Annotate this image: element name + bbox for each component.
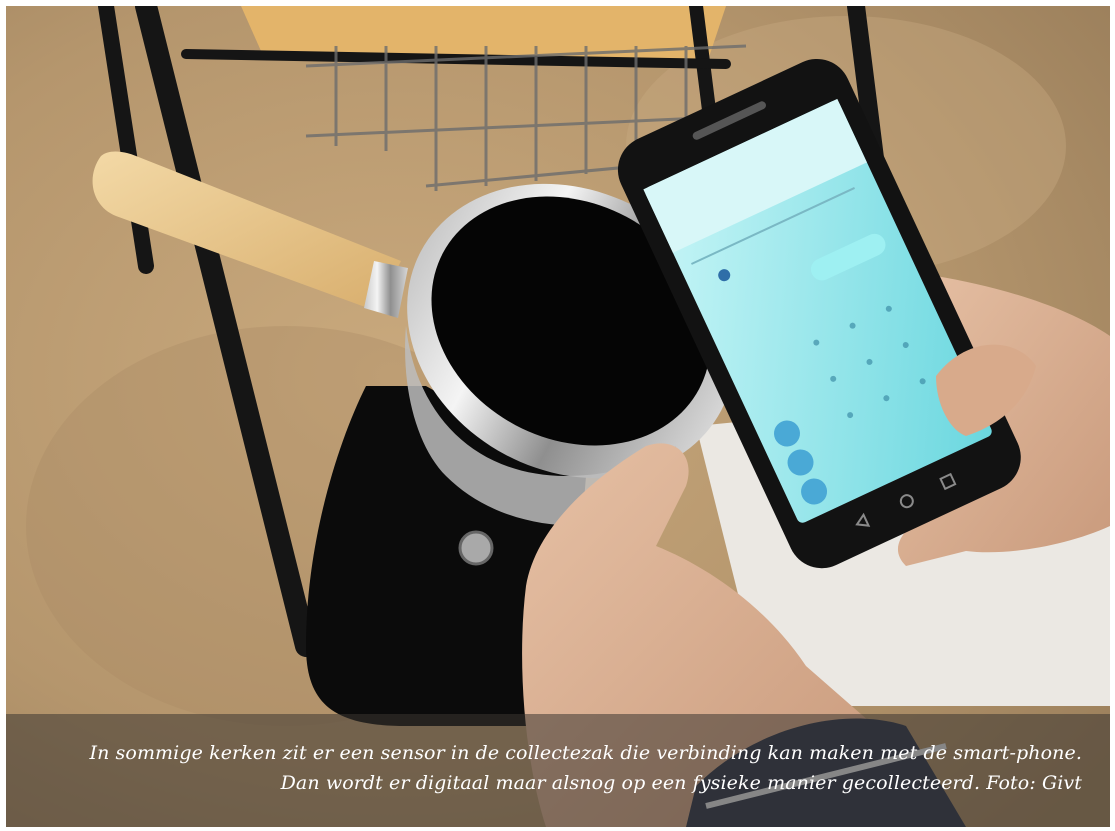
caption-text: In sommige kerken zit er een sensor in d… [89, 742, 1082, 794]
sensor-button [458, 530, 494, 566]
caption-bar: In sommige kerken zit er een sensor in d… [6, 714, 1110, 827]
photo: In sommige kerken zit er een sensor in d… [6, 6, 1110, 827]
